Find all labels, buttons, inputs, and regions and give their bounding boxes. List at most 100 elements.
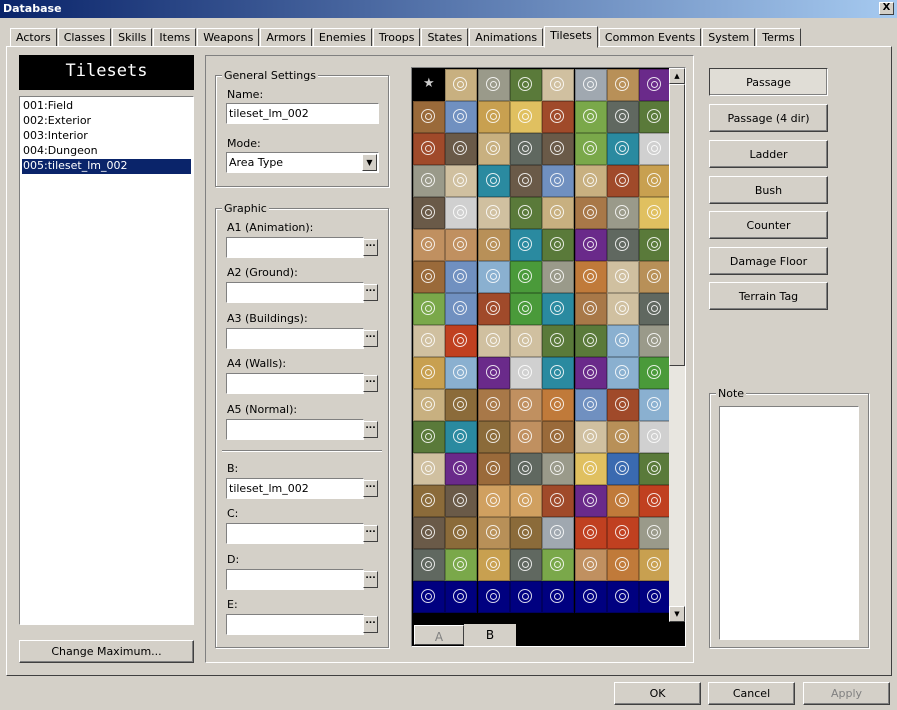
palette-tile[interactable] xyxy=(509,293,542,325)
palette-tile[interactable] xyxy=(509,229,542,261)
palette-tile[interactable] xyxy=(509,261,542,293)
palette-tile[interactable] xyxy=(413,357,445,389)
palette-tile[interactable] xyxy=(542,229,575,261)
palette-tile[interactable] xyxy=(413,325,445,357)
palette-tile[interactable] xyxy=(639,293,672,325)
palette-tile[interactable] xyxy=(477,453,510,485)
palette-tile[interactable] xyxy=(542,133,575,165)
palette-tile[interactable] xyxy=(574,165,607,197)
graphic-a1-browse-button[interactable]: ... xyxy=(363,239,378,256)
palette-tile[interactable] xyxy=(542,581,575,613)
palette-tile[interactable] xyxy=(477,69,510,101)
palette-tile[interactable] xyxy=(639,549,672,581)
palette-tile[interactable] xyxy=(509,357,542,389)
palette-tile[interactable] xyxy=(445,357,478,389)
tab-troops[interactable]: Troops xyxy=(372,28,421,47)
tab-system[interactable]: System xyxy=(702,28,756,47)
graphic-a2-input[interactable] xyxy=(226,282,364,303)
palette-tile[interactable] xyxy=(542,197,575,229)
palette-tile[interactable] xyxy=(639,325,672,357)
palette-tile[interactable] xyxy=(445,325,478,357)
palette-tile[interactable] xyxy=(574,453,607,485)
palette-tile[interactable] xyxy=(509,485,542,517)
palette-tile[interactable] xyxy=(542,261,575,293)
palette-tile[interactable] xyxy=(606,453,639,485)
palette-tile[interactable] xyxy=(477,101,510,133)
palette-tile[interactable] xyxy=(509,197,542,229)
palette-tile[interactable] xyxy=(413,517,445,549)
palette-scrollbar[interactable]: ▲ ▼ xyxy=(669,68,685,622)
tab-animations[interactable]: Animations xyxy=(469,28,544,47)
mode-button-ladder[interactable]: Ladder xyxy=(709,140,828,168)
name-input[interactable]: tileset_lm_002 xyxy=(226,103,379,124)
palette-tile[interactable] xyxy=(606,229,639,261)
palette-tile[interactable] xyxy=(542,293,575,325)
graphic-d-input[interactable] xyxy=(226,569,364,590)
tab-items[interactable]: Items xyxy=(153,28,197,47)
graphic-a2-browse-button[interactable]: ... xyxy=(363,284,378,301)
palette-tile[interactable] xyxy=(477,485,510,517)
tab-terms[interactable]: Terms xyxy=(756,28,801,47)
palette-tile[interactable] xyxy=(606,69,639,101)
palette-tile[interactable] xyxy=(413,229,445,261)
chevron-down-icon[interactable]: ▼ xyxy=(362,154,377,171)
mode-button-terrain-tag[interactable]: Terrain Tag xyxy=(709,282,828,310)
palette-tile[interactable] xyxy=(639,357,672,389)
palette-tile[interactable] xyxy=(477,261,510,293)
tab-enemies[interactable]: Enemies xyxy=(312,28,372,47)
palette-tile[interactable] xyxy=(413,453,445,485)
palette-tile[interactable] xyxy=(509,165,542,197)
palette-tile[interactable] xyxy=(413,293,445,325)
palette-tile[interactable] xyxy=(574,261,607,293)
palette-tile[interactable] xyxy=(509,549,542,581)
palette-tile[interactable] xyxy=(639,517,672,549)
palette-tile[interactable] xyxy=(477,389,510,421)
palette-tile[interactable] xyxy=(509,101,542,133)
palette-tile[interactable] xyxy=(477,517,510,549)
graphic-b-browse-button[interactable]: ... xyxy=(363,480,378,497)
graphic-a3-input[interactable] xyxy=(226,328,364,349)
tab-states[interactable]: States xyxy=(421,28,469,47)
palette-tile[interactable] xyxy=(574,517,607,549)
palette-tile[interactable] xyxy=(445,229,478,261)
palette-tile[interactable] xyxy=(606,389,639,421)
mode-button-counter[interactable]: Counter xyxy=(709,211,828,239)
palette-tile[interactable] xyxy=(639,453,672,485)
palette-tile[interactable] xyxy=(639,133,672,165)
palette-tile[interactable] xyxy=(606,293,639,325)
palette-tile[interactable] xyxy=(477,357,510,389)
graphic-e-input[interactable] xyxy=(226,614,364,635)
palette-tile[interactable] xyxy=(413,485,445,517)
palette-tile[interactable] xyxy=(639,261,672,293)
palette-tile[interactable] xyxy=(574,197,607,229)
graphic-a1-input[interactable] xyxy=(226,237,364,258)
palette-tile[interactable] xyxy=(509,133,542,165)
palette-tile[interactable] xyxy=(574,549,607,581)
palette-tile[interactable] xyxy=(509,421,542,453)
palette-tile[interactable] xyxy=(509,453,542,485)
palette-tile[interactable] xyxy=(477,133,510,165)
list-item[interactable]: 001:Field xyxy=(22,99,191,114)
palette-tile[interactable] xyxy=(445,453,478,485)
palette-tile[interactable] xyxy=(639,389,672,421)
palette-tile[interactable] xyxy=(413,133,445,165)
tileset-list[interactable]: 001:Field 002:Exterior 003:Interior 004:Dun… xyxy=(19,96,194,625)
palette-tile[interactable] xyxy=(413,197,445,229)
palette-tile[interactable] xyxy=(606,517,639,549)
palette-tile[interactable] xyxy=(413,549,445,581)
palette-tile[interactable] xyxy=(445,165,478,197)
palette-tile[interactable] xyxy=(574,581,607,613)
palette-tile[interactable] xyxy=(542,389,575,421)
palette-tile[interactable] xyxy=(606,101,639,133)
list-item[interactable]: 002:Exterior xyxy=(22,114,191,129)
palette-tile[interactable] xyxy=(445,517,478,549)
palette-tile[interactable] xyxy=(639,197,672,229)
palette-tile[interactable] xyxy=(477,165,510,197)
mode-button-passage-4-dir[interactable]: Passage (4 dir) xyxy=(709,104,828,132)
palette-tile[interactable] xyxy=(509,325,542,357)
palette-tile[interactable] xyxy=(574,389,607,421)
palette-tile[interactable] xyxy=(574,69,607,101)
palette-tile[interactable] xyxy=(606,581,639,613)
palette-tile[interactable] xyxy=(509,517,542,549)
list-item[interactable]: 005:tileset_lm_002 xyxy=(22,159,191,174)
